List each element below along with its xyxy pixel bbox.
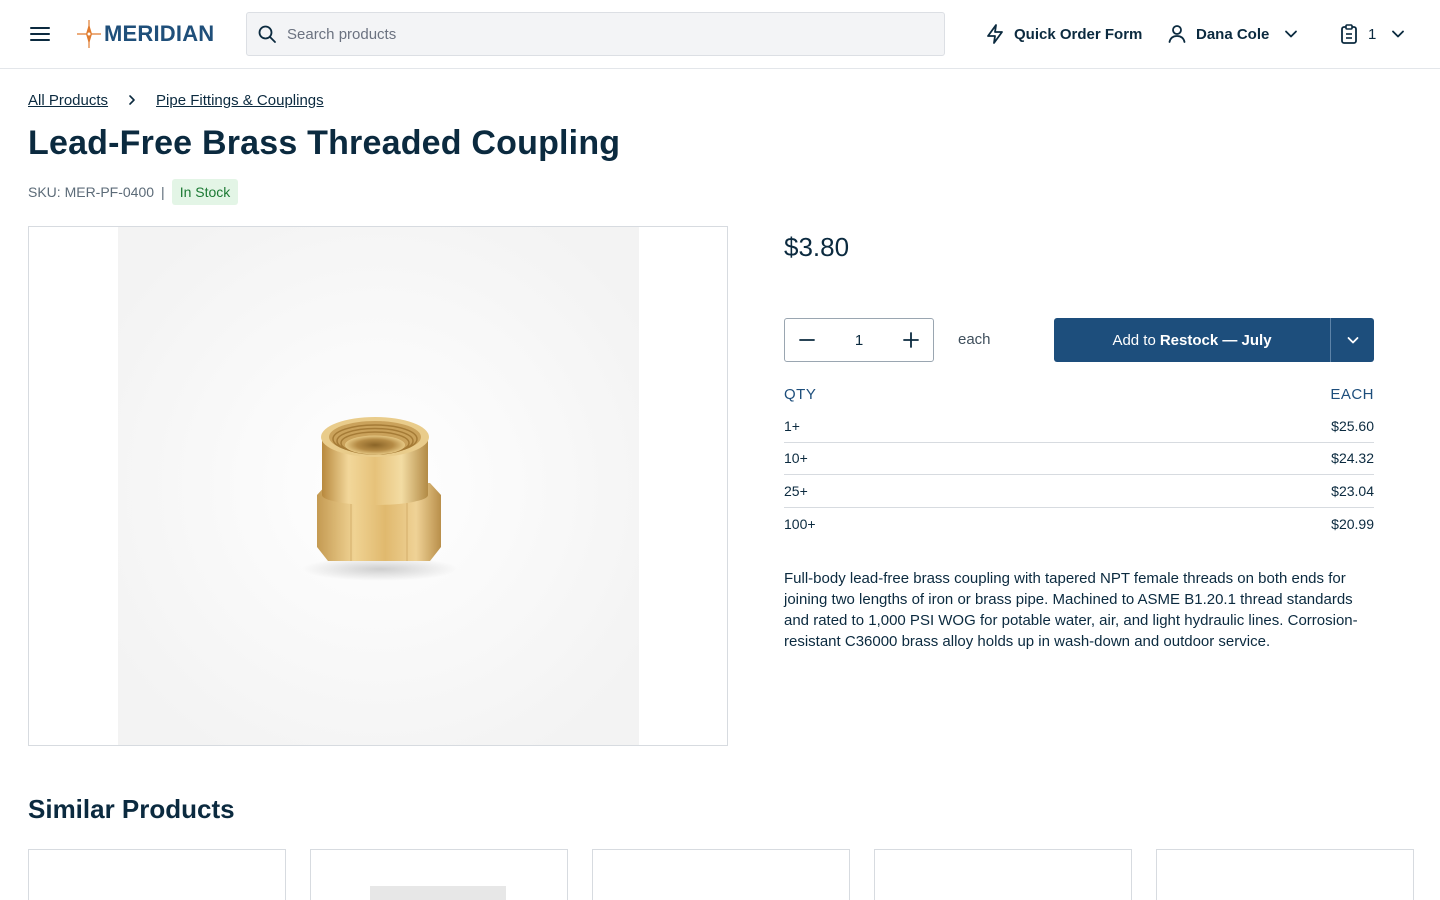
tier-price: $24.32 bbox=[1331, 450, 1374, 467]
chevron-down-icon bbox=[1347, 337, 1358, 344]
price-tier-row: 10+ $24.32 bbox=[784, 443, 1374, 475]
breadcrumb-all-products[interactable]: All Products bbox=[28, 92, 108, 109]
similar-product-card[interactable] bbox=[592, 849, 850, 900]
quick-order-form-label: Quick Order Form bbox=[1014, 25, 1143, 43]
quick-order-form-link[interactable]: Quick Order Form bbox=[984, 22, 1142, 46]
product-description: Full-body lead-free brass coupling with … bbox=[784, 570, 1358, 650]
increase-quantity-button[interactable] bbox=[899, 328, 923, 352]
product-title: Lead-Free Brass Threaded Coupling bbox=[28, 124, 621, 162]
add-to-list-button[interactable]: Add to Restock — July bbox=[1054, 318, 1331, 362]
unit-label: each bbox=[958, 331, 991, 348]
tier-qty: 1+ bbox=[784, 417, 800, 434]
similar-product-image bbox=[370, 886, 506, 900]
chevron-right-icon bbox=[122, 90, 142, 110]
breadcrumb-pipe-fittings[interactable]: Pipe Fittings & Couplings bbox=[156, 92, 324, 109]
product-sku: SKU: MER-PF-0400 bbox=[28, 184, 155, 200]
compass-logo-icon bbox=[77, 20, 101, 48]
logo-text: MERIDIAN bbox=[104, 21, 215, 46]
plus-icon bbox=[903, 332, 919, 348]
tier-qty: 10+ bbox=[784, 450, 808, 467]
logo[interactable]: MERIDIAN bbox=[76, 18, 214, 50]
tier-price: $25.60 bbox=[1331, 417, 1374, 434]
price-tier-table: QTY EACH 1+ $25.60 10+ $24.32 25+ $23.04… bbox=[784, 386, 1374, 540]
tier-price: $20.99 bbox=[1331, 515, 1374, 532]
add-to-list-button-group: Add to Restock — July bbox=[1054, 318, 1374, 362]
qty-column-header: QTY bbox=[784, 386, 817, 403]
cart-menu[interactable]: 1 bbox=[1338, 22, 1408, 46]
list-dropdown-button[interactable] bbox=[1331, 318, 1374, 362]
lightning-icon bbox=[987, 24, 1003, 44]
add-to-list-name: Restock — July bbox=[1159, 331, 1272, 349]
similar-product-card[interactable] bbox=[28, 849, 286, 900]
price-tier-header: QTY EACH bbox=[784, 386, 1374, 410]
stock-status-badge: In Stock bbox=[171, 179, 239, 205]
similar-product-card[interactable] bbox=[874, 849, 1132, 900]
price-tier-row: 100+ $20.99 bbox=[784, 508, 1374, 541]
similar-product-card[interactable] bbox=[310, 849, 568, 900]
add-to-prefix: Add to bbox=[1112, 331, 1156, 349]
search-bar bbox=[246, 12, 945, 56]
user-name: Dana Cole bbox=[1196, 25, 1270, 43]
product-image bbox=[118, 227, 639, 745]
quantity-value[interactable]: 1 bbox=[855, 332, 863, 349]
search-icon bbox=[258, 25, 276, 43]
each-column-header: EACH bbox=[1330, 386, 1374, 403]
product-price: $3.80 bbox=[784, 232, 850, 262]
chevron-down-icon bbox=[1285, 30, 1298, 38]
tier-qty: 100+ bbox=[784, 515, 816, 532]
product-meta: SKU: MER-PF-0400 | In Stock bbox=[28, 178, 239, 206]
menu-button[interactable] bbox=[28, 22, 52, 46]
search-input[interactable] bbox=[287, 13, 927, 55]
tier-price: $23.04 bbox=[1331, 482, 1374, 499]
price-tier-row: 25+ $23.04 bbox=[784, 475, 1374, 508]
top-header: MERIDIAN Quick Order Form Dana Cole bbox=[0, 0, 1440, 69]
similar-products-heading: Similar Products bbox=[28, 794, 235, 824]
chevron-down-icon bbox=[1392, 30, 1405, 38]
brass-coupling-image bbox=[118, 227, 639, 745]
quantity-stepper: 1 bbox=[784, 318, 934, 362]
minus-icon bbox=[799, 339, 815, 341]
decrease-quantity-button[interactable] bbox=[795, 328, 819, 352]
meta-separator: | bbox=[161, 184, 165, 200]
cart-count: 1 bbox=[1368, 25, 1377, 43]
breadcrumb: All Products Pipe Fittings & Couplings bbox=[28, 90, 324, 110]
tier-qty: 25+ bbox=[784, 482, 808, 499]
price-tier-row: 1+ $25.60 bbox=[784, 410, 1374, 443]
user-menu[interactable]: Dana Cole bbox=[1166, 22, 1301, 46]
similar-product-card[interactable] bbox=[1156, 849, 1414, 900]
user-icon bbox=[1168, 25, 1186, 43]
product-image-frame bbox=[28, 226, 728, 746]
clipboard-icon bbox=[1341, 24, 1357, 44]
